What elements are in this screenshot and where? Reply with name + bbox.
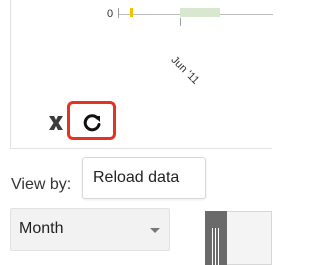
- grip-line: [218, 228, 219, 265]
- axis-zero-tick: [118, 8, 119, 18]
- timeline-band: [180, 8, 220, 17]
- view-by-label: View by:: [11, 176, 72, 193]
- axis-zero-label: 0: [107, 8, 114, 20]
- period-dropdown[interactable]: Month: [10, 208, 170, 251]
- reload-data-tooltip: Reload data: [82, 157, 206, 199]
- period-dropdown-value: Month: [19, 220, 64, 237]
- timeline-marker: [130, 8, 133, 17]
- month-axis-label: Jun '11: [168, 54, 202, 87]
- reset-zoom-icon[interactable]: [47, 114, 65, 132]
- range-slider-handle[interactable]: [205, 211, 227, 265]
- month-tick: [180, 18, 181, 26]
- reload-icon: [83, 114, 101, 132]
- grip-line: [215, 228, 216, 265]
- chevron-down-icon: [150, 228, 160, 233]
- dashboard-widget: 0 Jun '11 Reload data View by: Month: [0, 0, 273, 265]
- grip-line: [212, 228, 213, 265]
- reload-data-button[interactable]: [67, 101, 116, 140]
- timeline-chart: 0 Jun '11: [10, 0, 273, 149]
